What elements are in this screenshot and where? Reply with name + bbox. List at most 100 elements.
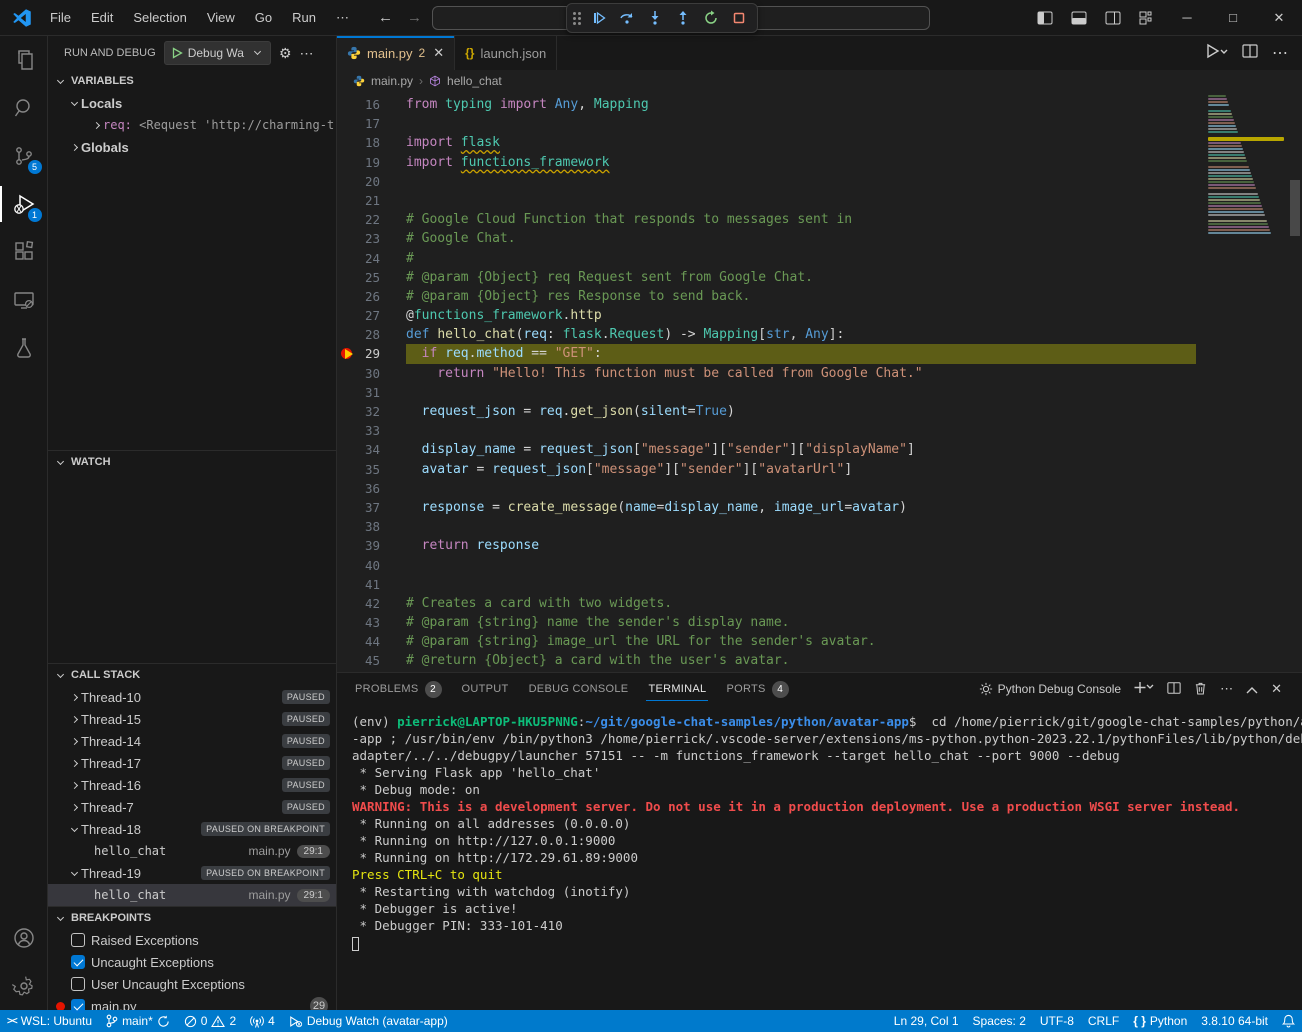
kill-terminal-icon[interactable] bbox=[1194, 681, 1207, 698]
code-line-21[interactable]: 21 bbox=[337, 191, 1302, 210]
code-line-42[interactable]: 42# Creates a card with two widgets. bbox=[337, 594, 1302, 613]
step-out-button[interactable] bbox=[671, 6, 695, 30]
code-line-35[interactable]: 35 avatar = request_json["message"]["sen… bbox=[337, 460, 1302, 479]
breakpoint-checkbox[interactable] bbox=[71, 933, 85, 947]
breadcrumb-symbol[interactable]: hello_chat bbox=[447, 74, 502, 88]
stack-frame-row[interactable]: hello_chatmain.py29:1 bbox=[48, 884, 336, 906]
code-line-16[interactable]: 16from typing import Any, Mapping bbox=[337, 95, 1302, 114]
menu-edit[interactable]: Edit bbox=[83, 6, 121, 30]
code-line-17[interactable]: 17 bbox=[337, 114, 1302, 133]
debug-session-indicator[interactable]: Debug Watch (avatar-app) bbox=[282, 1010, 455, 1032]
locals-row[interactable]: Locals bbox=[48, 92, 336, 114]
accounts-icon[interactable] bbox=[0, 914, 48, 962]
debug-settings-gear-icon[interactable]: ⚙ bbox=[279, 45, 292, 62]
panel-tab-terminal[interactable]: TERMINAL bbox=[638, 673, 716, 705]
menu-selection[interactable]: Selection bbox=[125, 6, 194, 30]
panel-tab-debug-console[interactable]: DEBUG CONSOLE bbox=[519, 673, 639, 705]
thread-row[interactable]: Thread-16PAUSED bbox=[48, 774, 336, 796]
close-button[interactable]: ✕ bbox=[1256, 0, 1302, 35]
minimize-button[interactable]: ─ bbox=[1164, 0, 1210, 35]
step-over-button[interactable] bbox=[615, 6, 639, 30]
tab-main-py[interactable]: main.py 2 ✕ bbox=[337, 36, 455, 70]
editor-scrollbar[interactable] bbox=[1288, 92, 1302, 672]
code-line-20[interactable]: 20 bbox=[337, 172, 1302, 191]
toggle-secondary-sidebar-icon[interactable] bbox=[1098, 5, 1128, 31]
split-terminal-icon[interactable] bbox=[1167, 681, 1181, 698]
menu-view[interactable]: View bbox=[199, 6, 243, 30]
menu-overflow[interactable]: ⋯ bbox=[328, 6, 357, 30]
terminal-output[interactable]: (env) pierrick@LAPTOP-HKU5PNNG:~/git/goo… bbox=[337, 705, 1302, 1010]
code-line-26[interactable]: 26# @param {Object} res Response to send… bbox=[337, 287, 1302, 306]
toggle-sidebar-icon[interactable] bbox=[1030, 5, 1060, 31]
panel-tab-output[interactable]: OUTPUT bbox=[452, 673, 519, 705]
watch-header[interactable]: WATCH bbox=[48, 451, 336, 473]
drag-handle[interactable] bbox=[573, 12, 581, 25]
globals-row[interactable]: Globals bbox=[48, 136, 336, 158]
code-line-45[interactable]: 45# @return {Object} a card with the use… bbox=[337, 651, 1302, 670]
maximize-button[interactable]: □ bbox=[1210, 0, 1256, 35]
variables-header[interactable]: VARIABLES bbox=[48, 70, 336, 92]
remote-explorer-icon[interactable] bbox=[0, 276, 48, 324]
code-line-34[interactable]: 34 display_name = request_json["message"… bbox=[337, 440, 1302, 459]
python-interpreter-indicator[interactable]: 3.8.10 64-bit bbox=[1194, 1010, 1275, 1032]
notifications-bell[interactable] bbox=[1275, 1010, 1302, 1032]
breakpoint-checkbox[interactable] bbox=[71, 955, 85, 969]
menu-run[interactable]: Run bbox=[284, 6, 324, 30]
code-editor[interactable]: 16from typing import Any, Mapping1718imp… bbox=[337, 92, 1302, 672]
code-line-33[interactable]: 33 bbox=[337, 421, 1302, 440]
breakpoint-paused-icon[interactable] bbox=[341, 347, 354, 360]
thread-row[interactable]: Thread-17PAUSED bbox=[48, 752, 336, 774]
remote-indicator[interactable]: >< WSL: Ubuntu bbox=[0, 1010, 99, 1032]
editor-more-actions-icon[interactable]: ⋯ bbox=[1272, 43, 1288, 63]
start-debug-icon[interactable] bbox=[171, 47, 183, 59]
step-into-button[interactable] bbox=[643, 6, 667, 30]
breakpoint-row[interactable]: Raised Exceptions bbox=[48, 929, 336, 951]
thread-row[interactable]: Thread-15PAUSED bbox=[48, 708, 336, 730]
breakpoint-checkbox[interactable] bbox=[71, 977, 85, 991]
search-icon[interactable] bbox=[0, 84, 48, 132]
code-line-43[interactable]: 43# @param {string} name the sender's di… bbox=[337, 613, 1302, 632]
problems-indicator[interactable]: 0 2 bbox=[177, 1010, 243, 1032]
cursor-position[interactable]: Ln 29, Col 1 bbox=[887, 1010, 966, 1032]
sidebar-more-actions-icon[interactable]: ⋯ bbox=[300, 45, 314, 62]
code-line-39[interactable]: 39 return response bbox=[337, 536, 1302, 555]
thread-row[interactable]: Thread-19PAUSED ON BREAKPOINT bbox=[48, 862, 336, 884]
code-line-18[interactable]: 18import flask bbox=[337, 133, 1302, 152]
toggle-panel-icon[interactable] bbox=[1064, 5, 1094, 31]
code-line-41[interactable]: 41 bbox=[337, 575, 1302, 594]
ports-indicator[interactable]: 4 bbox=[243, 1010, 282, 1032]
code-line-37[interactable]: 37 response = create_message(name=displa… bbox=[337, 498, 1302, 517]
new-terminal-icon[interactable] bbox=[1134, 681, 1154, 697]
code-line-19[interactable]: 19import functions_framework bbox=[337, 153, 1302, 172]
breakpoints-header[interactable]: BREAKPOINTS bbox=[48, 907, 336, 929]
forward-button[interactable]: → bbox=[407, 9, 422, 26]
indentation-indicator[interactable]: Spaces: 2 bbox=[966, 1010, 1033, 1032]
git-branch-indicator[interactable]: main* bbox=[99, 1010, 177, 1032]
stop-button[interactable] bbox=[727, 6, 751, 30]
extensions-icon[interactable] bbox=[0, 228, 48, 276]
close-panel-icon[interactable]: ✕ bbox=[1271, 681, 1282, 697]
code-line-44[interactable]: 44# @param {string} image_url the URL fo… bbox=[337, 632, 1302, 651]
python-debug-console-select[interactable]: Python Debug Console bbox=[979, 682, 1121, 696]
code-line-29[interactable]: 29 if req.method == "GET": bbox=[337, 344, 1302, 363]
stack-frame-row[interactable]: hello_chatmain.py29:1 bbox=[48, 840, 336, 862]
thread-row[interactable]: Thread-7PAUSED bbox=[48, 796, 336, 818]
minimap[interactable] bbox=[1208, 95, 1284, 235]
breadcrumb[interactable]: main.py › hello_chat bbox=[337, 70, 1302, 92]
encoding-indicator[interactable]: UTF-8 bbox=[1033, 1010, 1081, 1032]
maximize-panel-icon[interactable] bbox=[1246, 682, 1258, 697]
thread-row[interactable]: Thread-18PAUSED ON BREAKPOINT bbox=[48, 818, 336, 840]
language-mode-indicator[interactable]: { } Python bbox=[1126, 1010, 1194, 1032]
restart-button[interactable] bbox=[699, 6, 723, 30]
continue-button[interactable] bbox=[587, 6, 611, 30]
explorer-icon[interactable] bbox=[0, 36, 48, 84]
testing-icon[interactable] bbox=[0, 324, 48, 372]
code-line-30[interactable]: 30 return "Hello! This function must be … bbox=[337, 364, 1302, 383]
code-line-38[interactable]: 38 bbox=[337, 517, 1302, 536]
eol-indicator[interactable]: CRLF bbox=[1081, 1010, 1126, 1032]
panel-tab-ports[interactable]: PORTS4 bbox=[716, 673, 798, 705]
customize-layout-icon[interactable] bbox=[1132, 5, 1162, 31]
settings-gear-icon[interactable] bbox=[0, 962, 48, 1010]
debug-config-dropdown[interactable]: Debug Wa bbox=[164, 41, 271, 65]
code-line-25[interactable]: 25# @param {Object} req Request sent fro… bbox=[337, 268, 1302, 287]
